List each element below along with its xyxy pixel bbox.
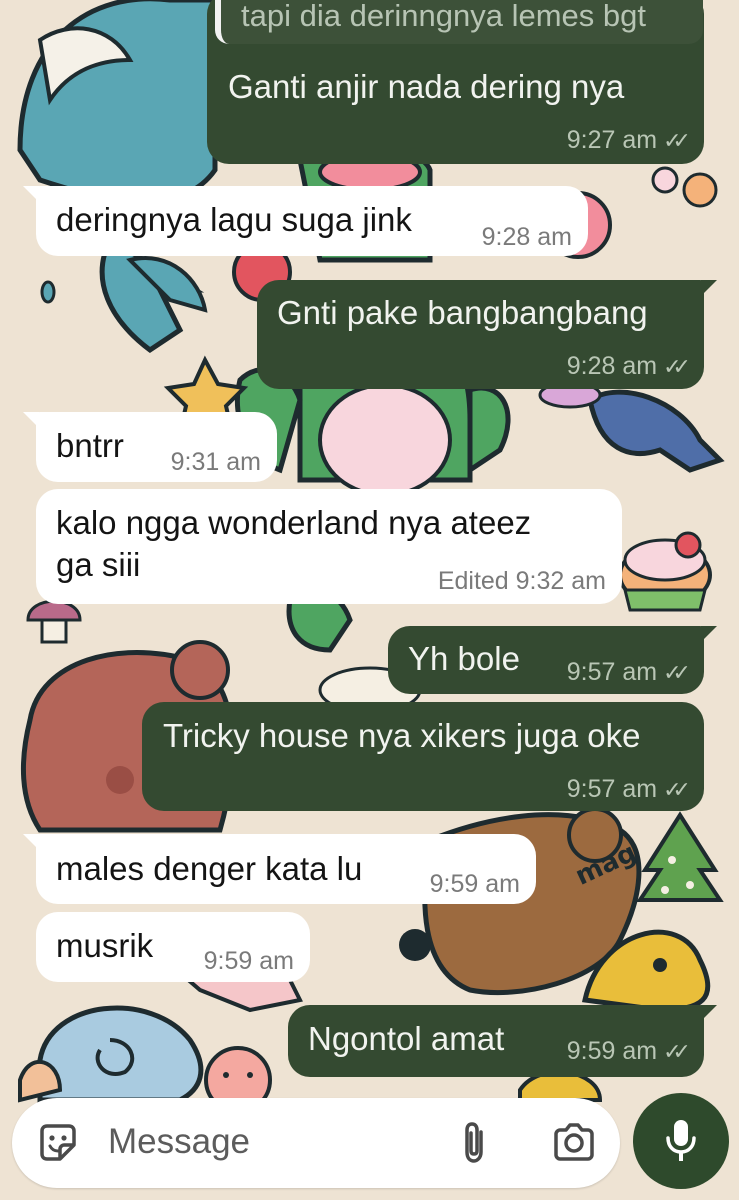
camera-icon[interactable] xyxy=(552,1122,596,1162)
message-text: musrik xyxy=(56,927,154,964)
message-time: 9:59 am xyxy=(429,870,520,898)
message-text: deringnya lagu suga jink xyxy=(56,201,412,238)
message-bubble-incoming[interactable]: kalo ngga wonderland nya ateez ga siii E… xyxy=(36,489,622,604)
read-ticks-icon: ✓✓ xyxy=(663,354,691,379)
message-text-line2: ga siii xyxy=(56,546,141,583)
sticker-icon[interactable] xyxy=(36,1121,80,1165)
message-bubble-outgoing[interactable]: Yh bole 9:57 am ✓✓ xyxy=(388,626,717,694)
message-time: 9:28 am xyxy=(566,352,658,380)
message-text: Gnti pake bangbangbang xyxy=(277,294,648,331)
message-bubble-incoming[interactable]: deringnya lagu suga jink 9:28 am xyxy=(23,186,588,256)
quoted-reply[interactable]: tapi dia derinngnya lemes bgt xyxy=(215,0,703,44)
quoted-reply-text: tapi dia derinngnya lemes bgt xyxy=(241,0,646,33)
message-bubble-incoming[interactable]: bntrr 9:31 am xyxy=(23,412,277,482)
message-time: 9:57 am xyxy=(566,775,658,803)
message-text: males denger kata lu xyxy=(56,850,363,887)
message-meta: 9:59 am ✓✓ xyxy=(566,1037,691,1066)
message-text-line1: kalo ngga wonderland nya ateez xyxy=(56,504,532,541)
message-meta: 9:27 am ✓✓ xyxy=(566,126,691,155)
message-text: Ngontol amat xyxy=(308,1020,505,1057)
message-meta: 9:57 am ✓✓ xyxy=(566,658,691,687)
message-bubble-incoming[interactable]: males denger kata lu 9:59 am xyxy=(23,834,536,904)
read-ticks-icon: ✓✓ xyxy=(663,128,691,153)
message-bubble-incoming[interactable]: musrik 9:59 am xyxy=(36,912,310,982)
message-time: 9:31 am xyxy=(170,448,261,476)
message-text: Ganti anjir nada dering nya xyxy=(228,68,625,105)
message-time: 9:27 am xyxy=(566,126,658,154)
message-time: 9:57 am xyxy=(566,658,658,686)
message-meta: 9:28 am ✓✓ xyxy=(566,352,691,381)
read-ticks-icon: ✓✓ xyxy=(663,1039,691,1064)
message-text: Yh bole xyxy=(408,640,520,677)
message-time: 9:59 am xyxy=(566,1037,658,1065)
message-meta: Edited 9:32 am xyxy=(438,567,606,595)
message-bubble-outgoing[interactable]: Tricky house nya xikers juga oke 9:57 am… xyxy=(142,702,704,811)
read-ticks-icon: ✓✓ xyxy=(663,777,691,802)
paperclip-icon[interactable] xyxy=(455,1120,495,1166)
voice-message-button[interactable] xyxy=(633,1093,729,1189)
microphone-icon xyxy=(666,1120,696,1161)
message-input[interactable]: Message xyxy=(108,1122,250,1162)
message-meta: 9:57 am ✓✓ xyxy=(566,775,691,804)
message-bubble-outgoing[interactable]: tapi dia derinngnya lemes bgt Ganti anji… xyxy=(207,0,704,164)
message-time: 9:32 am xyxy=(515,567,606,595)
message-bubble-outgoing[interactable]: Ngontol amat 9:59 am ✓✓ xyxy=(288,1005,717,1077)
message-text: Tricky house nya xikers juga oke xyxy=(163,717,641,754)
message-time: 9:59 am xyxy=(203,947,294,975)
edited-label: Edited xyxy=(437,567,509,595)
read-ticks-icon: ✓✓ xyxy=(663,660,691,685)
message-text: bntrr xyxy=(56,427,124,464)
message-time: 9:28 am xyxy=(481,223,572,251)
message-composer[interactable]: Message xyxy=(12,1098,620,1188)
message-bubble-outgoing[interactable]: Gnti pake bangbangbang 9:28 am ✓✓ xyxy=(257,280,717,389)
